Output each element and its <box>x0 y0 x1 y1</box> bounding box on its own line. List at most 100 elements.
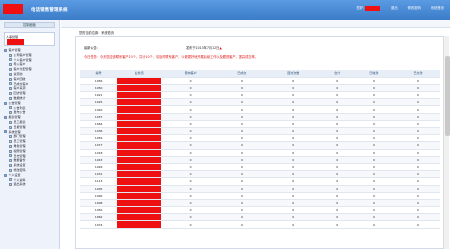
change-password-link[interactable]: 修改密码 <box>408 5 421 10</box>
table-cell: 0 <box>351 77 396 85</box>
table-cell: 0 <box>395 120 440 129</box>
table-cell: 0 <box>322 199 352 208</box>
table-cell: 0 <box>219 206 264 215</box>
table-cell: 0 <box>322 206 352 215</box>
table-cell: 0 <box>219 113 264 121</box>
table-row[interactable]: 1037 0 0 0 0 0 0 <box>80 113 440 121</box>
scrollbar-thumb[interactable] <box>444 56 450 136</box>
table-cell: 0 <box>161 77 220 85</box>
file-icon <box>9 159 12 163</box>
table-cell: 0 <box>322 185 352 193</box>
redacted-salesperson <box>117 91 162 100</box>
table-cell: 0 <box>395 127 440 136</box>
table-row[interactable]: 1090 0 0 0 0 0 0 <box>80 192 440 200</box>
table-row[interactable]: 1062 0 0 0 0 0 0 <box>80 213 440 222</box>
table-cell: 1037 <box>80 113 118 121</box>
table-cell: 0 <box>395 199 440 208</box>
column-header[interactable]: 已收款 <box>351 70 396 78</box>
sidebar-item[interactable]: 退出系统 <box>4 182 59 187</box>
sidebar: 控制面板 人事经理 客户管理 公司客户管理 个人客户管理 导入客户 客户分配管理 资源池客… <box>0 20 60 249</box>
folder-icon <box>4 173 7 177</box>
redacted-salesperson <box>117 163 162 172</box>
table-cell: 0 <box>161 192 220 200</box>
redacted-username <box>365 5 381 11</box>
table-cell: 0 <box>263 127 323 136</box>
table-cell: 0 <box>161 170 220 179</box>
file-icon <box>9 125 12 129</box>
table-row[interactable]: 1064 0 0 0 0 0 0 <box>80 120 440 129</box>
table-cell: 0 <box>219 84 264 93</box>
table-row[interactable]: 1040 0 0 0 0 0 0 <box>80 105 440 114</box>
table-cell: 0 <box>395 149 440 157</box>
table-cell: 0 <box>395 77 440 85</box>
logout-link[interactable]: 退出 <box>391 5 398 10</box>
table-row[interactable]: 1043 0 0 0 0 0 0 <box>80 156 440 164</box>
table-row[interactable]: 1026 0 0 0 0 0 0 <box>80 163 440 172</box>
table-row[interactable]: 1031 0 0 0 0 0 0 <box>80 170 440 179</box>
table-row[interactable]: 1074 0 0 0 0 0 0 <box>80 220 440 229</box>
table-cell: 0 <box>263 98 323 107</box>
table-cell: 1026 <box>80 163 118 172</box>
table-cell: 0 <box>395 141 440 150</box>
redacted-salesperson <box>117 77 162 85</box>
task-notice: 今日任务：今天您应该联系客户10个，共计10个，请及时联系客户，以便更好地开展后… <box>84 55 258 59</box>
table-cell: 0 <box>351 105 396 114</box>
table-cell: 0 <box>219 120 264 129</box>
table-row[interactable]: 1113 0 0 0 0 0 0 <box>80 177 440 186</box>
table-cell: 0 <box>395 98 440 107</box>
table-cell: 1043 <box>80 156 118 164</box>
file-icon <box>9 183 12 187</box>
table-cell: 0 <box>219 127 264 136</box>
table-row[interactable]: 1050 0 0 0 0 0 0 <box>80 206 440 215</box>
table-row[interactable]: 1050 0 0 0 0 0 0 <box>80 84 440 93</box>
table-cell: 1005 <box>80 185 118 193</box>
table-cell: 0 <box>351 149 396 157</box>
redacted-salesperson <box>117 170 162 179</box>
folder-icon <box>4 130 7 134</box>
column-header[interactable]: 编号 <box>80 70 118 78</box>
table-cell: 0 <box>351 220 396 229</box>
table-cell: 1008 <box>80 199 118 208</box>
table-cell: 0 <box>395 105 440 114</box>
table-cell: 0 <box>161 206 220 215</box>
column-header[interactable]: 合计 <box>322 70 352 78</box>
table-row[interactable]: 1059 0 0 0 0 0 0 <box>80 134 440 143</box>
table-cell: 0 <box>351 98 396 107</box>
table-cell: 0 <box>161 91 220 100</box>
column-header[interactable]: 业务员 <box>117 70 162 78</box>
table-cell: 0 <box>351 163 396 172</box>
top-links: 您好: 退出 修改密码 系统首页 <box>356 5 444 11</box>
table-cell: 1113 <box>80 177 118 186</box>
redacted-salesperson <box>117 220 162 229</box>
table-cell: 1050 <box>80 84 118 93</box>
table-cell: 0 <box>263 84 323 93</box>
table-cell: 0 <box>322 149 352 157</box>
table-cell: 0 <box>219 199 264 208</box>
column-header[interactable]: 意向客户 <box>161 70 220 78</box>
table-cell: 0 <box>161 113 220 121</box>
sidebar-header: 控制面板 <box>4 22 55 28</box>
logo <box>3 4 23 14</box>
table-cell: 0 <box>322 170 352 179</box>
table-row[interactable]: 1056 0 0 0 0 0 0 <box>80 77 440 85</box>
file-icon <box>9 135 12 139</box>
table-row[interactable]: 1008 0 0 0 0 0 0 <box>80 199 440 208</box>
file-icon <box>9 154 12 158</box>
scrollbar[interactable] <box>443 36 450 249</box>
table-cell: 0 <box>219 156 264 164</box>
column-header[interactable]: 已欠款 <box>395 70 440 78</box>
table-cell: 0 <box>263 105 323 114</box>
table-row[interactable]: 1077 0 0 0 0 0 0 <box>80 141 440 150</box>
redacted-salesperson <box>117 206 162 215</box>
table-row[interactable]: 1021 0 0 0 0 0 0 <box>80 91 440 100</box>
column-header[interactable]: 回访次数 <box>263 70 323 78</box>
table-cell: 0 <box>351 134 396 143</box>
table-row[interactable]: 1036 0 0 0 0 0 0 <box>80 127 440 136</box>
table-row[interactable]: 1018 0 0 0 0 0 0 <box>80 149 440 157</box>
table-cell: 0 <box>263 206 323 215</box>
table-row[interactable]: 1025 0 0 0 0 0 0 <box>80 98 440 107</box>
table-cell: 0 <box>322 113 352 121</box>
column-header[interactable]: 已成交 <box>219 70 264 78</box>
home-link[interactable]: 系统首页 <box>431 5 444 10</box>
table-row[interactable]: 1005 0 0 0 0 0 0 <box>80 185 440 193</box>
